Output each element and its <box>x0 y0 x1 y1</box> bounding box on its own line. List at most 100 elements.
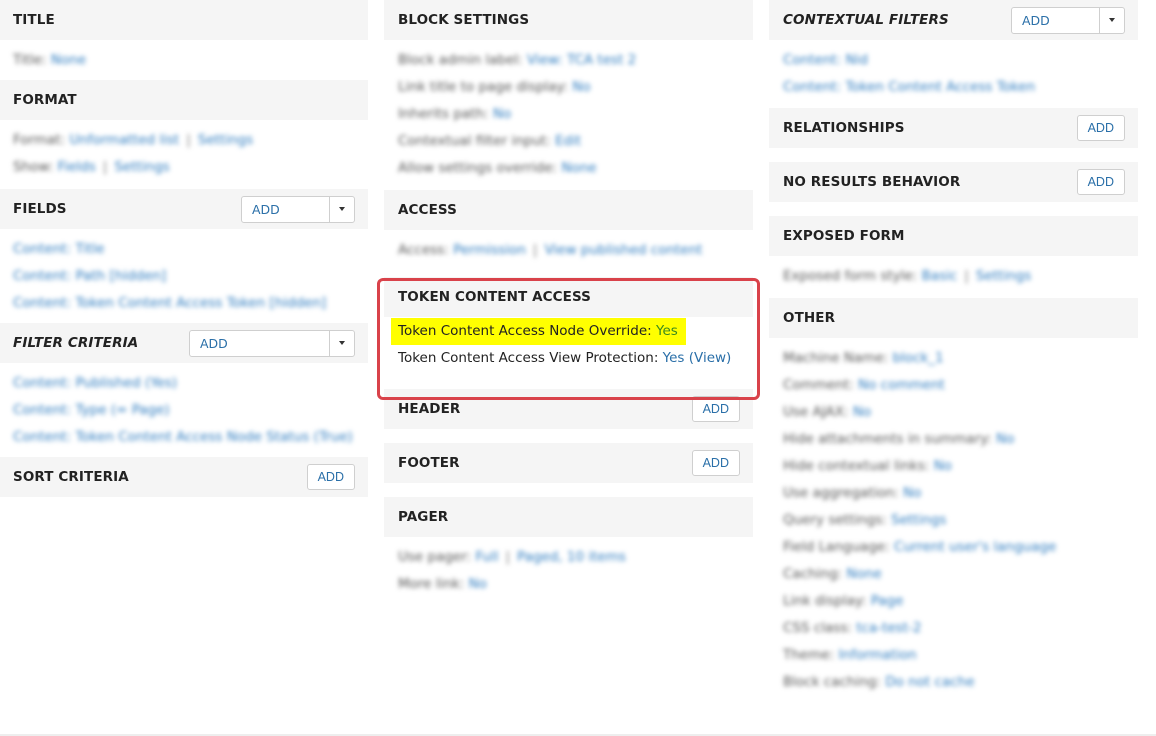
add-button[interactable]: ADD <box>306 464 355 490</box>
filter-add-dropdown[interactable]: ADD <box>189 329 355 357</box>
filter-link[interactable]: Content: Type (= Page) <box>13 402 170 418</box>
list-item[interactable]: Content: Token Content Access Token [hid… <box>13 290 355 317</box>
chevron-down-icon[interactable] <box>1100 8 1124 33</box>
sort-criteria-header: SORT CRITERIA ADD <box>0 457 368 497</box>
add-button[interactable]: ADD <box>1076 169 1125 195</box>
row-label: Machine Name: <box>783 350 889 366</box>
pager-header: PAGER <box>384 497 753 537</box>
add-button[interactable]: ADD <box>190 330 331 356</box>
list-item[interactable]: Content: Type (= Page) <box>13 397 355 424</box>
filter-link[interactable]: Content: Published (Yes) <box>13 375 177 391</box>
list-item[interactable]: Content: Path [hidden] <box>13 263 355 290</box>
row-label: Link display: <box>783 593 867 609</box>
add-button[interactable]: ADD <box>1012 7 1100 33</box>
setting-link[interactable]: Page <box>871 593 904 609</box>
separator: | <box>186 132 191 148</box>
access-permission-link[interactable]: Permission <box>453 242 526 258</box>
contextual-filters-header: CONTEXTUAL FILTERS ADD <box>769 0 1138 40</box>
field-link[interactable]: Content: Title <box>13 241 104 257</box>
add-button[interactable]: ADD <box>1076 115 1125 141</box>
setting-link[interactable]: Edit <box>555 133 581 149</box>
view-protection-row: Token Content Access View Protection: Ye… <box>398 345 740 372</box>
relationships-header: RELATIONSHIPS ADD <box>769 108 1138 148</box>
separator: | <box>532 242 538 258</box>
row-label: CSS class: <box>783 620 852 636</box>
add-button[interactable]: ADD <box>691 396 740 422</box>
row-label: Contextual filter input: <box>398 133 551 149</box>
setting-link[interactable]: None <box>561 160 596 176</box>
section-title: FILTER CRITERIA <box>13 335 139 351</box>
format-value-link[interactable]: Unformatted list <box>69 132 179 148</box>
pager-options-link[interactable]: Paged, 10 items <box>517 549 626 565</box>
setting-link[interactable]: No <box>996 431 1014 447</box>
field-link[interactable]: Content: Path [hidden] <box>13 268 166 284</box>
view-protection-link[interactable]: Yes (View) <box>663 350 732 366</box>
chevron-down-icon[interactable] <box>330 331 354 356</box>
setting-link[interactable]: Settings <box>891 512 946 528</box>
chevron-down-icon[interactable] <box>330 197 354 222</box>
row-label: Format: <box>13 132 66 148</box>
fields-section-body: Content: Title Content: Path [hidden] Co… <box>0 229 368 317</box>
row-label: Field Language: <box>783 539 890 555</box>
format-settings-link[interactable]: Settings <box>198 132 253 148</box>
section-title: RELATIONSHIPS <box>783 120 905 136</box>
contextual-filter-link[interactable]: Content: Token Content Access Token <box>783 79 1035 95</box>
list-item[interactable]: Content: Published (Yes) <box>13 370 355 397</box>
row-label: Allow settings override: <box>398 160 558 176</box>
contextual-filters-add-dropdown[interactable]: ADD <box>1011 6 1125 34</box>
setting-link[interactable]: View: TCA test 2 <box>527 52 636 68</box>
setting-link[interactable]: No <box>853 404 871 420</box>
exposed-form-settings-link[interactable]: Settings <box>976 268 1031 284</box>
row-label: Theme: <box>783 647 835 663</box>
pager-type-link[interactable]: Full <box>475 549 498 565</box>
show-value-link[interactable]: Fields <box>58 159 96 175</box>
filter-criteria-body: Content: Published (Yes) Content: Type (… <box>0 363 368 451</box>
add-button[interactable]: ADD <box>691 450 740 476</box>
more-link-row: More link: No <box>398 571 740 598</box>
show-settings-link[interactable]: Settings <box>114 159 169 175</box>
exposed-form-style-link[interactable]: Basic <box>922 268 958 284</box>
setting-link[interactable]: No <box>903 485 921 501</box>
more-link-value[interactable]: No <box>468 576 486 592</box>
filter-link[interactable]: Content: Token Content Access Node Statu… <box>13 429 353 445</box>
row-label: Inherits path: <box>398 106 489 122</box>
token-content-access-header: TOKEN CONTENT ACCESS <box>384 277 753 317</box>
setting-link[interactable]: block_1 <box>892 350 943 366</box>
section-title: FIELDS <box>13 201 67 217</box>
setting-link[interactable]: Do not cache <box>885 674 974 690</box>
block-settings-header: BLOCK SETTINGS <box>384 0 753 40</box>
format-section-header: FORMAT <box>0 80 368 120</box>
list-item[interactable]: Content: Token Content Access Node Statu… <box>13 424 355 451</box>
row-label: Block caching: <box>783 674 881 690</box>
contextual-filters-body: Content: Nid Content: Token Content Acce… <box>769 40 1138 101</box>
add-button[interactable]: ADD <box>242 196 330 222</box>
setting-link[interactable]: None <box>846 566 881 582</box>
title-value-link[interactable]: None <box>51 52 86 68</box>
access-permission-value-link[interactable]: View published content <box>544 242 702 258</box>
other-header: OTHER <box>769 298 1138 338</box>
list-item[interactable]: Content: Nid <box>783 47 1125 74</box>
list-item[interactable]: Content: Token Content Access Token <box>783 74 1125 101</box>
setting-link[interactable]: tca-test-2 <box>856 620 921 636</box>
setting-link[interactable]: No <box>934 458 952 474</box>
node-override-link[interactable]: Yes <box>656 323 678 339</box>
setting-link[interactable]: No <box>572 79 590 95</box>
setting-link[interactable]: Current user's language <box>894 539 1056 555</box>
field-link[interactable]: Content: Token Content Access Token [hid… <box>13 295 326 311</box>
setting-link[interactable]: No comment <box>858 377 945 393</box>
access-header: ACCESS <box>384 190 753 230</box>
setting-link[interactable]: No <box>493 106 511 122</box>
row-label: Caching: <box>783 566 843 582</box>
list-item[interactable]: Content: Title <box>13 236 355 263</box>
setting-row: Hide contextual links: No <box>783 453 1125 480</box>
block-settings-body: Block admin label: View: TCA test 2 Link… <box>384 40 753 182</box>
row-label: Token Content Access View Protection: <box>398 350 659 366</box>
row-label: Link title to page display: <box>398 79 568 95</box>
setting-row: Theme: Information <box>783 642 1125 669</box>
contextual-filter-link[interactable]: Content: Nid <box>783 52 868 68</box>
section-title: SORT CRITERIA <box>13 469 129 485</box>
fields-add-dropdown[interactable]: ADD <box>241 195 355 223</box>
row-label: Title: <box>13 52 47 68</box>
setting-row: Contextual filter input: Edit <box>398 128 740 155</box>
setting-link[interactable]: Information <box>838 647 916 663</box>
